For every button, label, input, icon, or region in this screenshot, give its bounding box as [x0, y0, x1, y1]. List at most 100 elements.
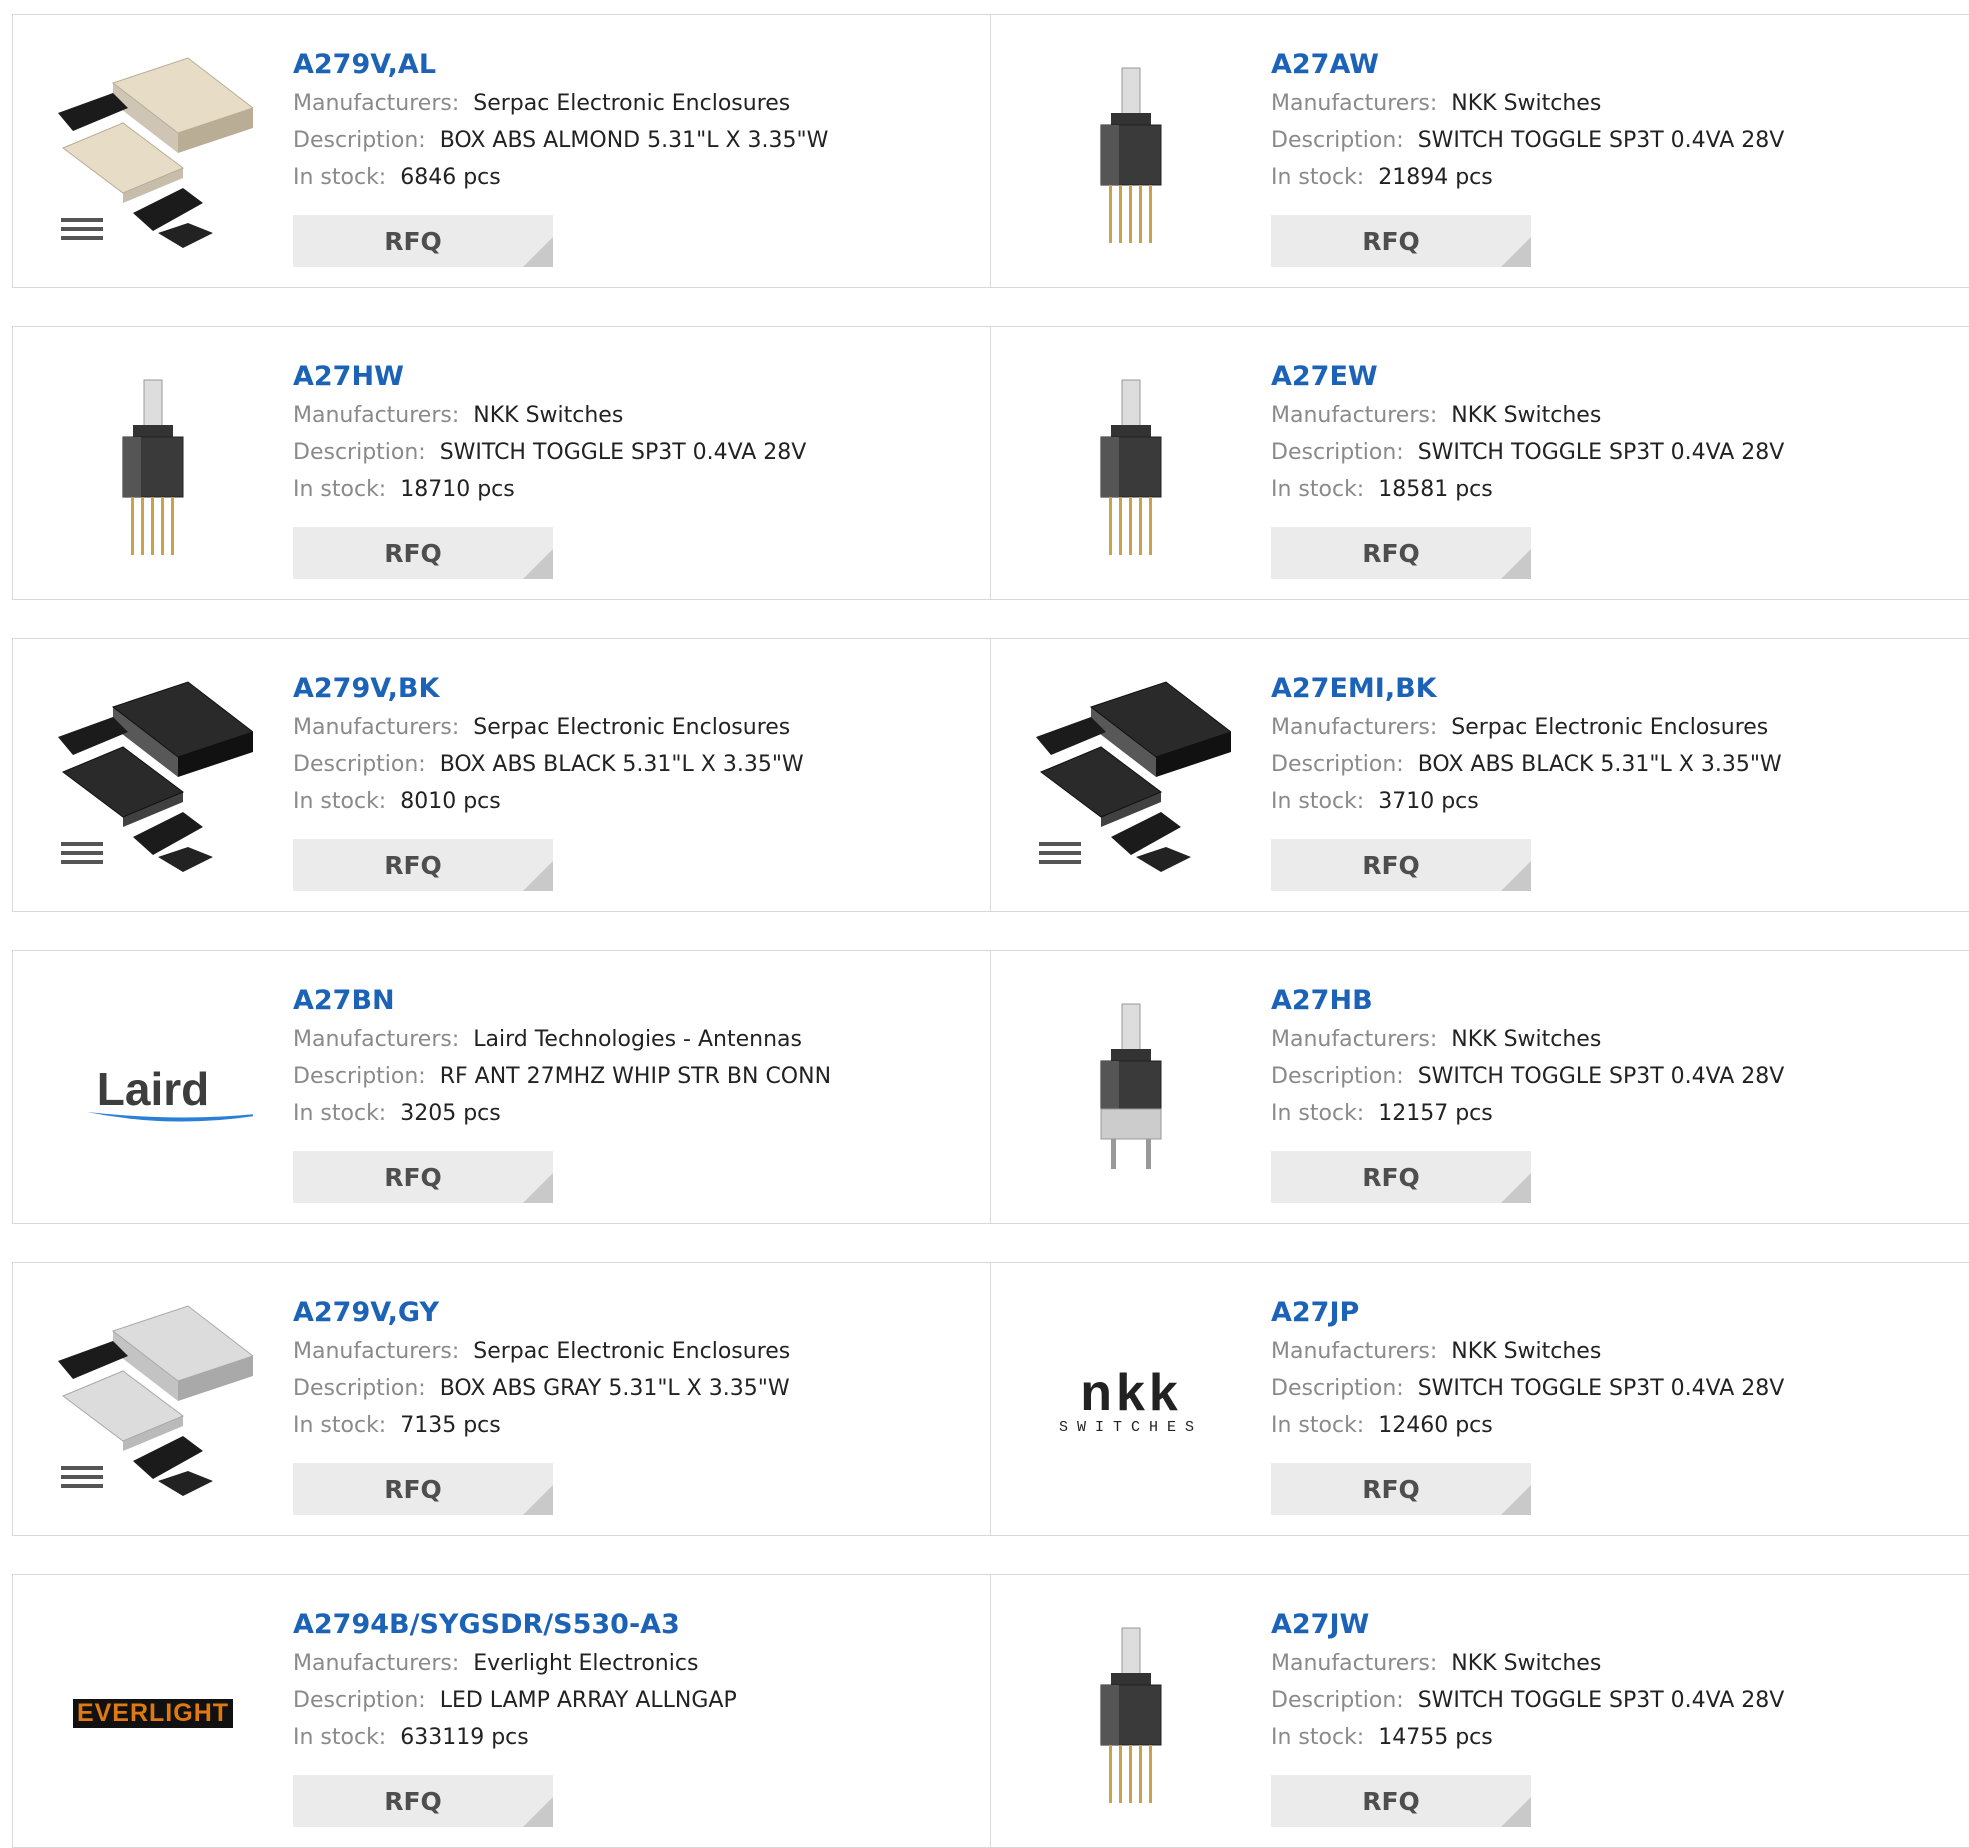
product-image — [1031, 365, 1231, 565]
part-number-link[interactable]: A27BN — [293, 981, 980, 1021]
product-image — [1031, 1613, 1231, 1813]
part-number-link[interactable]: A27EW — [1271, 357, 1959, 397]
manufacturer-value: NKK Switches — [1451, 1339, 1602, 1364]
stock-label: In stock: — [1271, 1101, 1365, 1126]
stock-label: In stock: — [293, 1101, 387, 1126]
nkk-logo-subtext: SWITCHES — [1058, 1418, 1203, 1436]
rfq-button[interactable]: RFQ — [1271, 839, 1531, 891]
rfq-corner-decoration — [1501, 861, 1531, 891]
rfq-button[interactable]: RFQ — [293, 1775, 553, 1827]
product-info: A279V,BK Manufacturers: Serpac Electronic … — [293, 669, 980, 820]
rfq-corner-decoration — [1501, 1173, 1531, 1203]
description: Description: SWITCH TOGGLE SP3T 0.4VA 28V — [1271, 434, 1959, 471]
product-image — [1031, 989, 1231, 1189]
part-number-link[interactable]: A279V,GY — [293, 1293, 980, 1333]
manufacturer: Manufacturers: NKK Switches — [1271, 397, 1959, 434]
description-label: Description: — [1271, 1376, 1404, 1401]
rfq-corner-decoration — [523, 1797, 553, 1827]
rfq-corner-decoration — [523, 1485, 553, 1515]
everlight-logo: EVERLIGHT — [53, 1613, 253, 1813]
stock: In stock: 14755 pcs — [1271, 1719, 1959, 1756]
stock-label: In stock: — [1271, 789, 1365, 814]
description: Description: BOX ABS BLACK 5.31"L X 3.35"… — [293, 746, 980, 783]
product-card: EVERLIGHT A2794B/SYGSDR/S530-A3 Manufactur… — [12, 1574, 990, 1848]
stock-value: 6846 pcs — [400, 165, 501, 190]
rfq-button[interactable]: RFQ — [293, 1463, 553, 1515]
product-info: A27HB Manufacturers: NKK Switches Descripti… — [1271, 981, 1959, 1132]
product-info: A27EW Manufacturers: NKK Switches Descripti… — [1271, 357, 1959, 508]
part-number-link[interactable]: A2794B/SYGSDR/S530-A3 — [293, 1605, 980, 1645]
part-number-link[interactable]: A279V,BK — [293, 669, 980, 709]
rfq-button-label: RFQ — [1362, 1474, 1420, 1504]
rfq-button[interactable]: RFQ — [293, 1151, 553, 1203]
rfq-corner-decoration — [523, 1173, 553, 1203]
description-value: SWITCH TOGGLE SP3T 0.4VA 28V — [1417, 1376, 1785, 1401]
stock-value: 18581 pcs — [1378, 477, 1493, 502]
manufacturer-value: Everlight Electronics — [473, 1651, 699, 1676]
manufacturer-label: Manufacturers: — [293, 1651, 460, 1676]
rfq-button[interactable]: RFQ — [1271, 1151, 1531, 1203]
rfq-button[interactable]: RFQ — [293, 839, 553, 891]
rfq-corner-decoration — [523, 549, 553, 579]
manufacturer-label: Manufacturers: — [293, 1027, 460, 1052]
description: Description: SWITCH TOGGLE SP3T 0.4VA 28V — [1271, 1370, 1959, 1407]
manufacturer-value: NKK Switches — [1451, 403, 1602, 428]
rfq-button-label: RFQ — [1362, 850, 1420, 880]
rfq-button[interactable]: RFQ — [1271, 1463, 1531, 1515]
manufacturer-value: NKK Switches — [1451, 91, 1602, 116]
manufacturer-label: Manufacturers: — [1271, 1339, 1438, 1364]
stock-value: 7135 pcs — [400, 1413, 501, 1438]
product-info: A279V,GY Manufacturers: Serpac Electronic … — [293, 1293, 980, 1444]
manufacturer: Manufacturers: Serpac Electronic Enclosur… — [293, 85, 980, 122]
manufacturer-value: Serpac Electronic Enclosures — [473, 715, 791, 740]
stock-value: 633119 pcs — [400, 1725, 529, 1750]
stock-value: 18710 pcs — [400, 477, 515, 502]
description: Description: SWITCH TOGGLE SP3T 0.4VA 28V — [1271, 122, 1959, 159]
product-info: A27EMI,BK Manufacturers: Serpac Electronic… — [1271, 669, 1959, 820]
manufacturer-value: Laird Technologies - Antennas — [473, 1027, 802, 1052]
product-info: A279V,AL Manufacturers: Serpac Electronic … — [293, 45, 980, 196]
rfq-corner-decoration — [1501, 237, 1531, 267]
stock-value: 12157 pcs — [1378, 1101, 1493, 1126]
stock: In stock: 12460 pcs — [1271, 1407, 1959, 1444]
description-value: SWITCH TOGGLE SP3T 0.4VA 28V — [1417, 1064, 1785, 1089]
manufacturer-value: Serpac Electronic Enclosures — [1451, 715, 1769, 740]
product-card: A27AW Manufacturers: NKK Switches Descripti… — [990, 14, 1969, 288]
part-number-link[interactable]: A279V,AL — [293, 45, 980, 85]
part-number-link[interactable]: A27JP — [1271, 1293, 1959, 1333]
rfq-button[interactable]: RFQ — [1271, 527, 1531, 579]
product-info: A27JW Manufacturers: NKK Switches Descripti… — [1271, 1605, 1959, 1756]
stock: In stock: 12157 pcs — [1271, 1095, 1959, 1132]
description-label: Description: — [1271, 1688, 1404, 1713]
product-card: A27JW Manufacturers: NKK Switches Descripti… — [990, 1574, 1969, 1848]
description-label: Description: — [293, 752, 426, 777]
part-number-link[interactable]: A27JW — [1271, 1605, 1959, 1645]
rfq-button[interactable]: RFQ — [293, 215, 553, 267]
part-number-link[interactable]: A27AW — [1271, 45, 1959, 85]
stock-value: 3710 pcs — [1378, 789, 1479, 814]
manufacturer: Manufacturers: Serpac Electronic Enclosur… — [293, 709, 980, 746]
stock: In stock: 3205 pcs — [293, 1095, 980, 1132]
description-value: RF ANT 27MHZ WHIP STR BN CONN — [439, 1064, 832, 1089]
part-number-link[interactable]: A27HW — [293, 357, 980, 397]
stock-label: In stock: — [293, 1413, 387, 1438]
rfq-button[interactable]: RFQ — [293, 527, 553, 579]
description-label: Description: — [293, 440, 426, 465]
product-card: A27HB Manufacturers: NKK Switches Descripti… — [990, 950, 1969, 1224]
manufacturer: Manufacturers: Serpac Electronic Enclosur… — [1271, 709, 1959, 746]
manufacturer-value: Serpac Electronic Enclosures — [473, 1339, 791, 1364]
stock: In stock: 6846 pcs — [293, 159, 980, 196]
part-number-link[interactable]: A27EMI,BK — [1271, 669, 1959, 709]
manufacturer-value: NKK Switches — [1451, 1651, 1602, 1676]
stock-value: 12460 pcs — [1378, 1413, 1493, 1438]
manufacturer: Manufacturers: NKK Switches — [1271, 1333, 1959, 1370]
description-value: BOX ABS BLACK 5.31"L X 3.35"W — [439, 752, 804, 777]
product-info: A27JP Manufacturers: NKK Switches Descripti… — [1271, 1293, 1959, 1444]
product-info: A27BN Manufacturers: Laird Technologies - … — [293, 981, 980, 1132]
manufacturer-label: Manufacturers: — [1271, 91, 1438, 116]
rfq-button[interactable]: RFQ — [1271, 1775, 1531, 1827]
rfq-button[interactable]: RFQ — [1271, 215, 1531, 267]
product-card: A27EMI,BK Manufacturers: Serpac Electronic… — [990, 638, 1969, 912]
part-number-link[interactable]: A27HB — [1271, 981, 1959, 1021]
rfq-button-label: RFQ — [384, 850, 442, 880]
